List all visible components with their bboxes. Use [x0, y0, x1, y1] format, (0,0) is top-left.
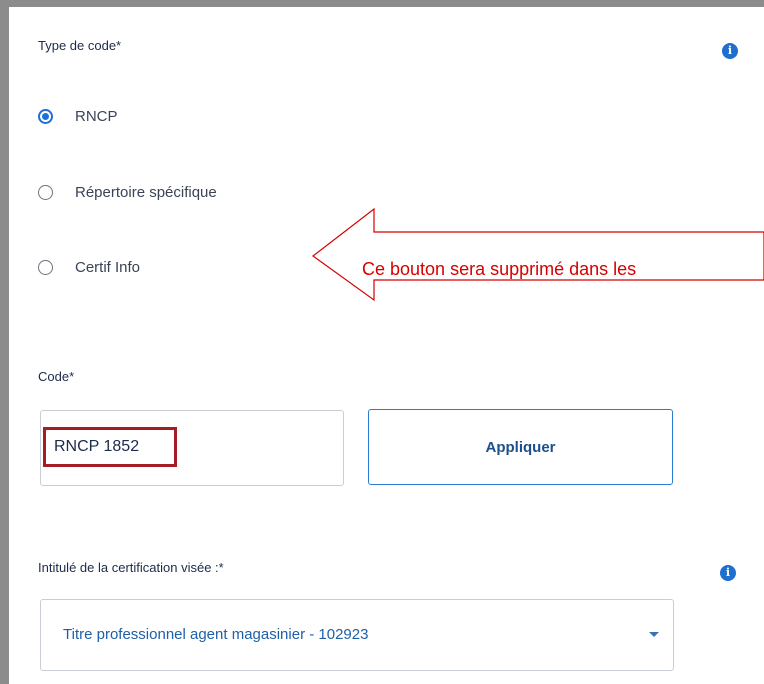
certification-select[interactable]: Titre professionnel agent magasinier - 1… — [40, 599, 674, 671]
annotation-arrow-icon — [311, 208, 764, 302]
radio-repertoire-specifique[interactable]: Répertoire spécifique — [38, 182, 217, 202]
certification-label: Intitulé de la certification visée :* — [38, 560, 224, 575]
radio-label: Certif Info — [75, 258, 141, 276]
code-input-value[interactable]: RNCP 1852 — [43, 427, 177, 467]
type-code-label: Type de code* — [38, 38, 122, 53]
info-icon[interactable]: i — [722, 43, 738, 59]
radio-rncp[interactable]: RNCP — [38, 106, 118, 126]
radio-unchecked-icon[interactable] — [38, 259, 53, 275]
radio-unchecked-icon[interactable] — [38, 184, 53, 200]
certification-select-value: Titre professionnel agent magasinier - 1… — [63, 626, 369, 643]
apply-button[interactable]: Appliquer — [368, 409, 673, 485]
radio-label: Répertoire spécifique — [75, 183, 217, 201]
code-label: Code* — [38, 369, 75, 384]
chevron-down-icon[interactable] — [649, 632, 659, 637]
annotation-text: Ce bouton sera supprimé dans les — [362, 259, 637, 279]
window-frame — [0, 0, 764, 684]
radio-label: RNCP — [75, 107, 118, 125]
radio-certif-info[interactable]: Certif Info — [38, 257, 140, 277]
radio-checked-icon[interactable] — [38, 108, 53, 124]
info-icon[interactable]: i — [720, 565, 736, 581]
